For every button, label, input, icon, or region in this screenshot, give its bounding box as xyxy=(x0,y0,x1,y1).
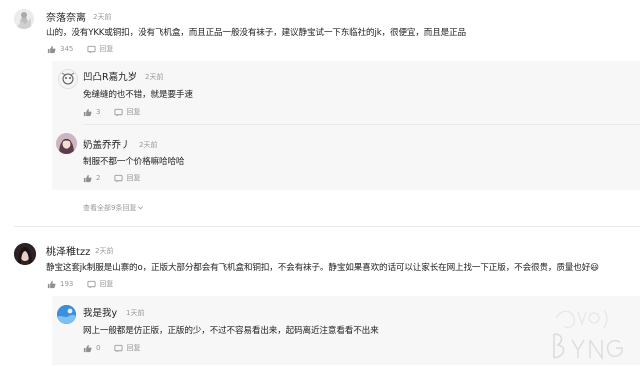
like-count: 0 xyxy=(96,344,101,352)
smile-emoji-icon: 😃 xyxy=(590,263,599,273)
reply-time: 2天前 xyxy=(145,73,164,81)
comment-actions: 193 回复 xyxy=(47,279,113,289)
reply-icon[interactable] xyxy=(114,344,124,353)
reply-button[interactable]: 回复 xyxy=(99,279,113,289)
thumbs-up-icon[interactable] xyxy=(83,174,92,183)
view-all-replies-label: 查看全部9条回复 xyxy=(83,204,137,212)
reply-button[interactable]: 回复 xyxy=(99,44,113,54)
thumbs-up-icon[interactable] xyxy=(83,108,92,117)
divider xyxy=(83,124,640,125)
reply-text: 网上一般都是仿正版，正版的少，不过不容易看出来，起码离近注意看看不出来 xyxy=(83,326,379,336)
avatar[interactable] xyxy=(58,69,78,89)
like-count: 345 xyxy=(60,45,74,53)
reply-username[interactable]: 奶盖乔乔丿 xyxy=(83,137,131,151)
reply-actions: 0 回复 xyxy=(83,343,140,353)
reply-button[interactable]: 回复 xyxy=(126,173,140,183)
avatar[interactable] xyxy=(14,9,34,29)
comment-time: 2天前 xyxy=(93,13,112,21)
reply-button[interactable]: 回复 xyxy=(126,107,140,117)
reply-icon[interactable] xyxy=(87,280,96,289)
chevron-down-icon xyxy=(137,204,144,213)
reply-time: 2天前 xyxy=(139,141,158,149)
reply-button[interactable]: 回复 xyxy=(126,343,140,353)
watermark-logo xyxy=(548,300,638,362)
comment-actions: 345 回复 xyxy=(47,44,113,54)
thumbs-up-icon[interactable] xyxy=(83,344,92,353)
comment-text-body: 静宝这套jk制服是山寨的o，正版大部分都会有飞机盒和铜扣，不会有袜子。静宝如果喜… xyxy=(46,263,591,273)
reply-username[interactable]: 凹凸R嘉九岁 xyxy=(83,69,137,83)
reply-actions: 2 回复 xyxy=(83,173,140,183)
reply-icon[interactable] xyxy=(87,45,96,54)
thumbs-up-icon[interactable] xyxy=(47,280,56,289)
reply-icon[interactable] xyxy=(114,174,124,183)
view-all-replies-link[interactable]: 查看全部9条回复 xyxy=(83,203,144,213)
comment-username[interactable]: 桃泽稚tzz xyxy=(46,243,90,258)
avatar[interactable] xyxy=(57,305,76,324)
avatar[interactable] xyxy=(14,243,36,265)
comment-text: 静宝这套jk制服是山寨的o，正版大部分都会有飞机盒和铜扣，不会有袜子。静宝如果喜… xyxy=(46,261,599,273)
reply-list: 凹凸R嘉九岁 2天前 免缝缝的也不错，就是要手速 3 回复 奶盖乔乔丿 2天前 … xyxy=(52,61,640,190)
divider xyxy=(14,226,640,227)
thumbs-up-icon[interactable] xyxy=(47,45,56,54)
like-count: 193 xyxy=(60,280,74,288)
reply-text: 制服不都一个价格嘛哈哈哈 xyxy=(83,157,185,167)
like-count: 3 xyxy=(96,108,101,116)
reply-time: 1天前 xyxy=(126,309,145,317)
reply-actions: 3 回复 xyxy=(83,107,140,117)
reply-icon[interactable] xyxy=(114,108,124,117)
like-count: 2 xyxy=(96,174,101,182)
reply-username[interactable]: 我是我y xyxy=(83,305,117,319)
comment-time: 2天前 xyxy=(95,247,114,255)
avatar[interactable] xyxy=(56,133,77,154)
comment-username[interactable]: 奈落奈离 xyxy=(46,9,86,24)
comment-text: 山的，没有YKK或铜扣，没有飞机盒，而且正品一般没有袜子，建议静宝试一下东临社的… xyxy=(46,28,466,38)
reply-text: 免缝缝的也不错，就是要手速 xyxy=(83,90,193,100)
